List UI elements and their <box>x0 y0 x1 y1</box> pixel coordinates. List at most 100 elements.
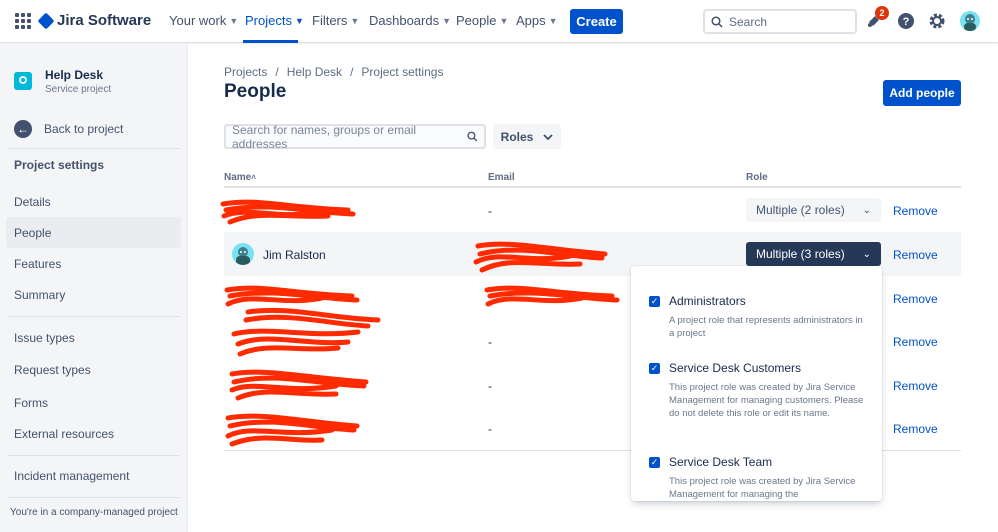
active-nav-indicator <box>243 40 298 43</box>
jira-logo[interactable]: Jira Software <box>37 12 152 29</box>
search-placeholder: Search for names, groups or email addres… <box>232 122 417 151</box>
checkbox-checked-icon[interactable]: ✓ <box>649 457 660 468</box>
sidebar-item-external-resources[interactable]: External resources <box>14 427 114 441</box>
jira-logo-icon <box>37 12 55 29</box>
nav-label: Filters <box>312 13 348 28</box>
email-cell: - <box>488 379 492 393</box>
sidebar-heading: Project settings <box>14 158 105 172</box>
sidebar-item-features[interactable]: Features <box>14 257 61 271</box>
sidebar-item-request-types[interactable]: Request types <box>14 363 91 377</box>
remove-link[interactable]: Remove <box>893 422 938 436</box>
divider <box>8 316 180 317</box>
redacted-name <box>229 369 369 401</box>
roles-filter-dropdown[interactable]: Roles <box>493 124 561 149</box>
nav-people[interactable]: People ▼ <box>456 13 508 28</box>
project-icon <box>14 72 32 90</box>
sidebar-item-forms[interactable]: Forms <box>14 396 48 410</box>
breadcrumb-separator: / <box>275 65 279 79</box>
redacted-name <box>231 307 381 357</box>
role-option-description: This project role was created by Jira Se… <box>669 476 856 500</box>
role-option-description: This project role was created by Jira Se… <box>669 382 864 419</box>
chevron-down-icon <box>543 133 553 140</box>
email-cell: - <box>488 335 492 349</box>
sidebar-footer: You're in a company-managed project <box>10 507 178 518</box>
page-title: People <box>224 81 287 102</box>
nav-projects[interactable]: Projects ▼ <box>245 13 304 28</box>
avatar[interactable] <box>960 11 980 31</box>
arrow-left-icon: ← <box>14 120 32 138</box>
role-option-service-desk-team[interactable]: ✓ Service Desk Team This project role wa… <box>649 455 869 501</box>
role-option-title: Administrators <box>669 294 746 308</box>
chevron-down-icon: ⌄ <box>862 204 871 216</box>
sort-ascending-icon: ˄ <box>251 173 256 182</box>
checkbox-checked-icon[interactable]: ✓ <box>649 296 660 307</box>
remove-link[interactable]: Remove <box>893 292 938 306</box>
redacted-email <box>484 285 620 307</box>
role-option-service-desk-customers[interactable]: ✓ Service Desk Customers This project ro… <box>649 361 869 451</box>
roles-dropdown-menu: ✓ Administrators A project role that rep… <box>631 266 882 501</box>
nav-apps[interactable]: Apps ▼ <box>516 13 558 28</box>
remove-link[interactable]: Remove <box>893 204 938 218</box>
chevron-down-icon: ▼ <box>229 15 239 26</box>
svg-text:?: ? <box>903 16 910 28</box>
column-header-role: Role <box>746 172 768 183</box>
global-search-input[interactable]: Search <box>703 9 857 34</box>
chevron-down-icon: ▼ <box>350 15 360 26</box>
search-icon <box>711 15 723 28</box>
sidebar-item-issue-types[interactable]: Issue types <box>14 331 75 345</box>
email-cell: - <box>488 422 492 436</box>
role-option-title: Service Desk Customers <box>669 361 802 375</box>
checkbox-checked-icon[interactable]: ✓ <box>649 363 660 374</box>
breadcrumb-help-desk[interactable]: Help Desk <box>287 65 342 79</box>
email-cell: - <box>488 204 492 218</box>
column-header-name[interactable]: Name˄ <box>224 172 256 183</box>
role-label: Multiple (2 roles) <box>756 203 845 217</box>
role-option-title: Service Desk Team <box>669 455 773 469</box>
breadcrumb-project-settings[interactable]: Project settings <box>361 65 443 79</box>
add-people-button[interactable]: Add people <box>883 80 961 106</box>
divider <box>8 455 180 456</box>
nav-label: Apps <box>516 13 546 28</box>
top-navigation: Jira Software Your work ▼ Projects ▼ Filte… <box>0 0 998 43</box>
nav-label: Dashboards <box>369 13 440 28</box>
search-placeholder: Search <box>729 14 768 29</box>
remove-link[interactable]: Remove <box>893 379 938 393</box>
column-label: Name <box>224 172 252 183</box>
redacted-email <box>473 241 608 273</box>
sidebar-item-incident-management[interactable]: Incident management <box>14 469 129 483</box>
sidebar-item-summary[interactable]: Summary <box>14 288 65 302</box>
search-icon <box>467 131 478 142</box>
nav-filters[interactable]: Filters ▼ <box>312 13 359 28</box>
role-dropdown-open[interactable]: Multiple (3 roles) ⌄ <box>746 242 881 266</box>
chevron-down-icon: ▼ <box>442 15 452 26</box>
nav-label: Projects <box>245 13 292 28</box>
roles-label: Roles <box>500 129 534 144</box>
chevron-down-icon: ⌄ <box>862 248 871 260</box>
sidebar-item-people[interactable]: People <box>14 226 51 240</box>
nav-your-work[interactable]: Your work ▼ <box>169 13 238 28</box>
remove-link[interactable]: Remove <box>893 335 938 349</box>
column-header-email: Email <box>488 172 515 183</box>
notification-count-badge: 2 <box>875 6 889 20</box>
nav-label: Your work <box>169 13 227 28</box>
create-button[interactable]: Create <box>570 9 623 34</box>
redacted-name <box>220 199 356 225</box>
back-label: Back to project <box>44 122 124 136</box>
chevron-down-icon: ▼ <box>499 15 509 26</box>
settings-icon[interactable] <box>927 11 947 31</box>
back-to-project-link[interactable]: ← Back to project <box>14 120 123 138</box>
app-switcher-icon[interactable] <box>15 13 31 29</box>
project-type: Service project <box>45 84 112 95</box>
project-name: Help Desk <box>45 68 104 82</box>
user-name: Jim Ralston <box>263 248 326 262</box>
product-name: Jira Software <box>57 12 152 29</box>
people-search-input[interactable]: Search for names, groups or email addres… <box>224 122 486 151</box>
nav-dashboards[interactable]: Dashboards ▼ <box>369 13 451 28</box>
role-option-administrators[interactable]: ✓ Administrators A project role that rep… <box>649 294 869 354</box>
sidebar-item-details[interactable]: Details <box>14 195 51 209</box>
role-dropdown[interactable]: Multiple (2 roles) ⌄ <box>746 198 881 222</box>
role-option-description: A project role that represents administr… <box>669 315 863 339</box>
remove-link[interactable]: Remove <box>893 248 938 262</box>
breadcrumb-projects[interactable]: Projects <box>224 65 267 79</box>
help-icon[interactable]: ? <box>896 11 916 31</box>
